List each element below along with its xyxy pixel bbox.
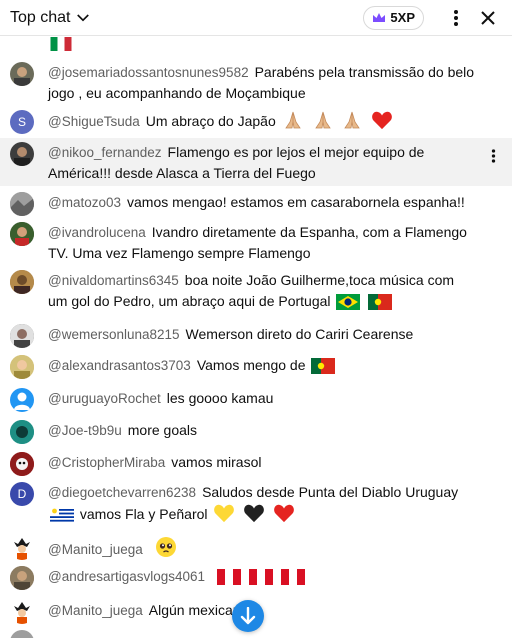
pray-icon bbox=[344, 111, 361, 129]
avatar[interactable] bbox=[10, 566, 34, 590]
message-text: Vamos mengo de bbox=[196, 357, 306, 373]
pray-icon bbox=[284, 111, 301, 129]
avatar[interactable]: S bbox=[10, 110, 34, 134]
xp-label: 5XP bbox=[390, 10, 415, 25]
message-author[interactable]: @josemariadossantosnunes9582 bbox=[48, 65, 249, 80]
avatar[interactable]: D bbox=[10, 482, 34, 506]
message-author[interactable]: @diegoetchevarren6238 bbox=[48, 485, 196, 500]
chat-message: @Joe-t9b9u more goals bbox=[0, 420, 512, 444]
crown-icon bbox=[373, 12, 386, 22]
avatar[interactable] bbox=[10, 600, 34, 624]
avatar[interactable] bbox=[10, 388, 34, 412]
chat-message: @wemersonluna8215 Wemerson direto do Cari… bbox=[0, 324, 512, 348]
message-author[interactable]: @ShigueTsuda bbox=[48, 114, 140, 129]
chat-message: @ivandrolucena Ivandro diretamente da Esp… bbox=[0, 222, 512, 263]
chat-message: @matozo03 vamos mengao! estamos em casara… bbox=[0, 192, 512, 216]
message-author[interactable]: @nikoo_fernandez bbox=[48, 145, 162, 160]
message-author[interactable]: @ivandrolucena bbox=[48, 225, 146, 240]
message-author[interactable]: @alexandrasantos3703 bbox=[48, 358, 191, 373]
message-text: les goooo kamau bbox=[166, 390, 274, 406]
message-author[interactable]: @CristopherMiraba bbox=[48, 455, 165, 470]
avatar[interactable] bbox=[10, 355, 34, 379]
close-button[interactable] bbox=[476, 6, 500, 30]
avatar[interactable] bbox=[10, 536, 34, 560]
avatar[interactable] bbox=[10, 324, 34, 348]
chat-message: @uruguayoRochet les goooo kamau bbox=[0, 388, 512, 412]
heart-black-icon bbox=[244, 504, 265, 523]
message-text: more goals bbox=[127, 422, 198, 438]
flag-brazil-icon bbox=[336, 294, 361, 310]
chat-message-partial bbox=[0, 630, 512, 638]
chat-message: @josemariadossantosnunes9582 Parabéns pel… bbox=[0, 62, 512, 103]
avatar[interactable] bbox=[10, 142, 34, 166]
more-options-button[interactable] bbox=[444, 6, 468, 30]
flag-italy-icon bbox=[50, 37, 72, 51]
heart-yellow-icon bbox=[214, 504, 235, 523]
more-vert-icon bbox=[454, 9, 458, 26]
message-author[interactable]: @Manito_juega bbox=[48, 603, 143, 618]
flag-portugal-icon bbox=[368, 294, 393, 310]
message-author[interactable]: @wemersonluna8215 bbox=[48, 327, 180, 342]
avatar-letter: D bbox=[17, 487, 27, 501]
message-text-line2: vamos Fla y Peñarol bbox=[79, 506, 208, 522]
chat-message: D @diegoetchevarren6238 Saludos desde Pun… bbox=[0, 482, 512, 524]
flag-portugal-icon bbox=[311, 358, 336, 374]
chat-message: @CristopherMiraba vamos mirasol bbox=[0, 452, 512, 476]
avatar-letter: S bbox=[17, 115, 26, 129]
arrow-down-icon bbox=[240, 607, 256, 625]
pray-icon bbox=[314, 111, 331, 129]
chevron-down-icon bbox=[77, 13, 90, 21]
more-vert-icon bbox=[491, 149, 495, 163]
avatar[interactable] bbox=[10, 420, 34, 444]
avatar[interactable] bbox=[10, 452, 34, 476]
heart-red-icon bbox=[274, 504, 295, 523]
top-chat-dropdown[interactable]: Top chat bbox=[10, 9, 92, 27]
chat-list[interactable]: @josemariadossantosnunes9582 Parabéns pel… bbox=[0, 36, 512, 638]
message-author[interactable]: @uruguayoRochet bbox=[48, 391, 161, 406]
avatar[interactable] bbox=[10, 62, 34, 86]
avatar[interactable] bbox=[10, 222, 34, 246]
message-author[interactable]: @nivaldomartins6345 bbox=[48, 273, 179, 288]
chat-message: @nivaldomartins6345 boa noite João Guilhe… bbox=[0, 270, 512, 311]
message-author[interactable]: @Joe-t9b9u bbox=[48, 423, 122, 438]
message-menu-button[interactable] bbox=[484, 146, 502, 166]
chat-message-highlighted: @nikoo_fernandez Flamengo es por lejos el… bbox=[0, 138, 512, 186]
xp-badge[interactable]: 5XP bbox=[363, 5, 424, 30]
message-text: vamos mirasol bbox=[171, 454, 262, 470]
flag-peru-icon bbox=[280, 569, 305, 585]
message-author[interactable]: @Manito_juega bbox=[48, 542, 143, 557]
flag-uruguay-icon bbox=[50, 507, 74, 523]
scroll-to-bottom-button[interactable] bbox=[232, 600, 264, 632]
chat-message: @Manito_juega bbox=[0, 536, 512, 560]
message-text: vamos mengao! estamos em casarabornela e… bbox=[127, 194, 465, 210]
avatar[interactable] bbox=[10, 192, 34, 216]
close-icon bbox=[481, 10, 495, 25]
heart-red-icon bbox=[372, 111, 393, 130]
message-text: Saludos desde Punta del Diablo Uruguay bbox=[202, 484, 459, 500]
avatar[interactable] bbox=[10, 270, 34, 294]
message-author[interactable]: @matozo03 bbox=[48, 195, 121, 210]
pleading-face-icon bbox=[155, 537, 176, 557]
chat-message: S @ShigueTsuda Um abraço do Japão bbox=[0, 110, 512, 134]
chat-header: Top chat 5XP bbox=[0, 0, 512, 36]
flag-peru-icon bbox=[216, 569, 241, 585]
avatar[interactable] bbox=[10, 630, 34, 638]
chat-message: @alexandrasantos3703 Vamos mengo de bbox=[0, 355, 512, 379]
header-title: Top chat bbox=[10, 8, 71, 26]
flag-peru-icon bbox=[248, 569, 273, 585]
message-author[interactable]: @andresartigasvlogs4061 bbox=[48, 569, 205, 584]
message-text: Wemerson direto do Cariri Cearense bbox=[185, 326, 414, 342]
chat-message-partial bbox=[0, 36, 512, 52]
chat-message: @andresartigasvlogs4061 bbox=[0, 566, 512, 590]
message-text: Um abraço do Japão bbox=[145, 113, 276, 129]
